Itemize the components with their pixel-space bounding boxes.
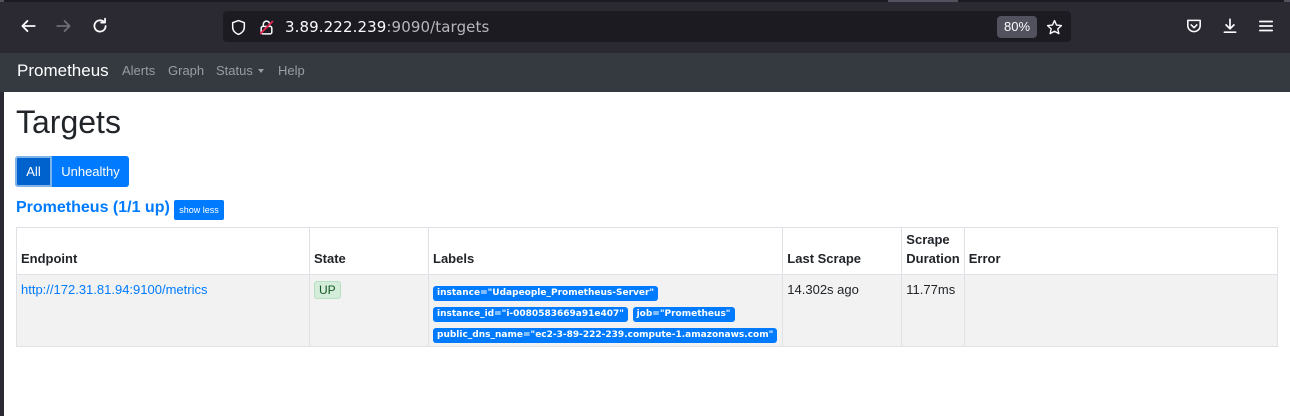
page-title: Targets [16,104,121,140]
column-header-state: State [309,227,429,275]
app-navbar: Prometheus Alerts Graph Status Help [0,53,1290,92]
nav-link-alerts[interactable]: Alerts [122,63,155,78]
insecure-lock-icon[interactable] [257,18,275,36]
column-header-scrape-duration: Scrape Duration [901,227,965,275]
menu-icon[interactable] [1253,13,1279,39]
tab-edge [1284,0,1290,2]
label-badge: instance="Udapeople_Prometheus-Server" [433,286,659,301]
caret-down-icon [257,68,264,73]
filter-unhealthy-button[interactable]: Unhealthy [52,156,129,187]
last-scrape-cell: 14.302s ago [782,274,903,347]
url-host: 3.89.222.239 [285,18,387,36]
nav-dropdown-status-label: Status [216,63,253,78]
back-icon[interactable] [15,13,41,39]
nav-dropdown-status[interactable]: Status [216,63,264,78]
nav-link-help[interactable]: Help [278,63,305,78]
endpoint-cell: http://172.31.81.94:9100/metrics [16,274,310,347]
column-header-endpoint: Endpoint [16,227,310,275]
nav-link-graph[interactable]: Graph [168,63,204,78]
tab-edge [0,0,4,2]
show-less-button[interactable]: show less [174,200,224,220]
pocket-icon[interactable] [1181,13,1207,39]
state-badge: UP [314,281,341,299]
scrape-duration-cell: 11.77ms [901,274,965,347]
labels-cell: instance="Udapeople_Prometheus-Server" i… [427,274,784,347]
bookmark-star-icon[interactable] [1045,18,1063,36]
window-edge [0,92,4,416]
state-cell: UP [309,274,429,347]
job-header-link[interactable]: Prometheus (1/1 up) [16,199,170,217]
downloads-icon[interactable] [1217,13,1243,39]
label-badge: public_dns_name="ec2-3-89-222-239.comput… [433,328,778,343]
brand-logo[interactable]: Prometheus [17,61,109,81]
targets-table: Endpoint State Labels Last Scrape Scrape… [16,227,1279,347]
table-row: http://172.31.81.94:9100/metrics UP inst… [16,274,1279,347]
column-header-error: Error [963,227,1279,275]
table-header-row: Endpoint State Labels Last Scrape Scrape… [16,227,1279,275]
endpoint-link[interactable]: http://172.31.81.94:9100/metrics [21,282,207,297]
label-badge: instance_id="i-0080583669a91e407" [433,307,628,322]
address-bar[interactable]: 3.89.222.239:9090/targets 80% [223,11,1071,42]
shield-icon[interactable] [229,18,247,36]
url-text[interactable]: 3.89.222.239:9090/targets [285,18,489,36]
url-path: :9090/targets [386,18,490,36]
filter-all-button[interactable]: All [15,156,52,187]
zoom-level-button[interactable]: 80% [997,16,1037,38]
column-header-last-scrape: Last Scrape [782,227,903,275]
tab-edge [888,0,958,2]
browser-toolbar: 3.89.222.239:9090/targets 80% [0,0,1290,53]
filter-button-group: All Unhealthy [15,156,129,187]
tab-strip-edge [0,0,1290,2]
column-header-labels: Labels [427,227,784,275]
forward-icon[interactable] [51,13,77,39]
label-badge: job="Prometheus" [632,307,735,322]
reload-icon[interactable] [87,13,113,39]
error-cell [963,274,1279,347]
